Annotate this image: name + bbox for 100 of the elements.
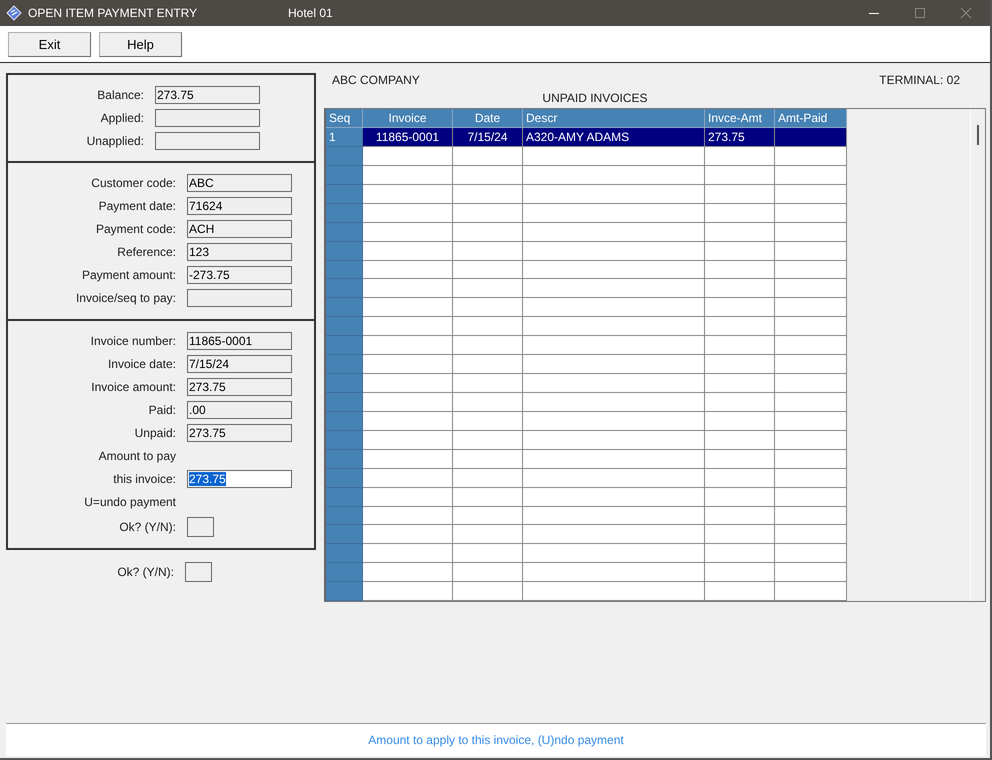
close-icon[interactable] [960, 7, 972, 19]
table-cell [326, 582, 363, 602]
table-cell [453, 166, 523, 185]
table-cell [453, 355, 523, 374]
window-subtitle: Hotel 01 [288, 6, 333, 20]
table-cell [705, 412, 775, 431]
table-cell [775, 336, 847, 356]
input-field[interactable] [155, 132, 260, 150]
table-cell [326, 544, 363, 564]
table-cell [705, 430, 775, 450]
column-header: Descr [523, 109, 705, 128]
table-cell [775, 544, 847, 564]
table-cell [326, 242, 363, 261]
table-cell [705, 488, 775, 507]
help-button[interactable]: Help [99, 32, 182, 56]
table-cell [326, 204, 363, 223]
table-cell [705, 544, 775, 564]
input-field[interactable]: -273.75 [187, 266, 292, 284]
field-label: Unpaid: [134, 426, 176, 440]
table-cell [453, 242, 523, 261]
field-label: Ok? (Y/N): [116, 565, 174, 579]
table-cell [326, 450, 363, 469]
table-cell [705, 147, 775, 166]
input-field[interactable]: 273.75 [187, 470, 292, 488]
table-cell [453, 184, 523, 204]
input-field[interactable] [187, 289, 292, 307]
field-label: Applied: [100, 111, 144, 125]
company-name: ABC COMPANY [332, 73, 420, 89]
field-label: Invoice/seq to pay: [74, 291, 176, 305]
input-field[interactable]: .00 [187, 401, 292, 419]
table-cell [775, 430, 847, 450]
input-field[interactable]: 273.75 [187, 424, 292, 442]
input-field[interactable] [185, 562, 212, 582]
field-label: Amount to pay [98, 449, 176, 463]
table-cell [453, 563, 523, 582]
field-label: Balance: [96, 88, 144, 102]
table-cell [775, 468, 847, 488]
table-cell [705, 506, 775, 526]
table-cell [775, 222, 847, 242]
input-field[interactable]: 71624 [187, 197, 292, 215]
exit-button[interactable]: Exit [8, 32, 91, 56]
table-row[interactable]: 1 11865-0001 7/15/24 A320-AMY ADAMS 273.75 [326, 128, 847, 147]
table-cell [705, 204, 775, 223]
maximize-icon[interactable] [914, 7, 926, 19]
table-cell [326, 412, 363, 431]
table-cell [775, 582, 847, 602]
table-cell [326, 468, 363, 488]
scrollbar-thumb[interactable] [977, 125, 979, 145]
field-label: Reference: [116, 245, 176, 259]
table-cell [775, 563, 847, 582]
table-cell [705, 298, 775, 318]
table-cell [453, 147, 523, 166]
table-cell [705, 184, 775, 204]
input-field[interactable]: 11865-0001 [187, 332, 292, 350]
table-cell [453, 222, 523, 242]
column-header: Seq [326, 109, 363, 128]
field-label: U=undo payment [83, 495, 176, 509]
input-field[interactable] [187, 517, 214, 537]
table-cell [453, 374, 523, 393]
input-field[interactable]: 123 [187, 243, 292, 261]
column-header: Amt-Paid [775, 109, 847, 128]
table-cell [326, 166, 363, 185]
field-label: this invoice: [112, 472, 176, 486]
input-field[interactable]: ABC [187, 174, 292, 192]
terminal-label: TERMINAL: 02 [879, 73, 960, 89]
app-icon [6, 5, 22, 21]
field-label: Invoice date: [106, 357, 176, 371]
table-cell [775, 450, 847, 469]
table-cell [326, 506, 363, 526]
table-cell [326, 488, 363, 507]
table-cell [453, 260, 523, 280]
table-cell [705, 260, 775, 280]
input-field[interactable]: ACH [187, 220, 292, 238]
field-label: Payment code: [94, 222, 176, 236]
table-cell [705, 166, 775, 185]
table-cell: 1 [326, 128, 363, 147]
table-title: UNPAID INVOICES [542, 91, 648, 105]
table-cell [705, 222, 775, 242]
input-field[interactable]: 7/15/24 [187, 355, 292, 373]
table-cell [775, 392, 847, 412]
table-cell [326, 525, 363, 544]
table-cell [326, 336, 363, 356]
table-cell [326, 279, 363, 298]
table-cell [453, 506, 523, 526]
input-field[interactable]: 273.75 [187, 378, 292, 396]
input-field[interactable]: 273.75 [155, 86, 260, 104]
table-cell [326, 298, 363, 318]
table-cell [326, 317, 363, 336]
table-cell [775, 279, 847, 298]
table-cell [705, 525, 775, 544]
table-cell [453, 450, 523, 469]
input-field[interactable] [155, 109, 260, 127]
field-label: Customer code: [90, 176, 176, 190]
table-cell [326, 222, 363, 242]
table-cell [326, 260, 363, 280]
table-cell [705, 450, 775, 469]
table-cell [453, 392, 523, 412]
table-cell [453, 336, 523, 356]
table-cell [775, 355, 847, 374]
field-label: Invoice number: [90, 334, 176, 348]
